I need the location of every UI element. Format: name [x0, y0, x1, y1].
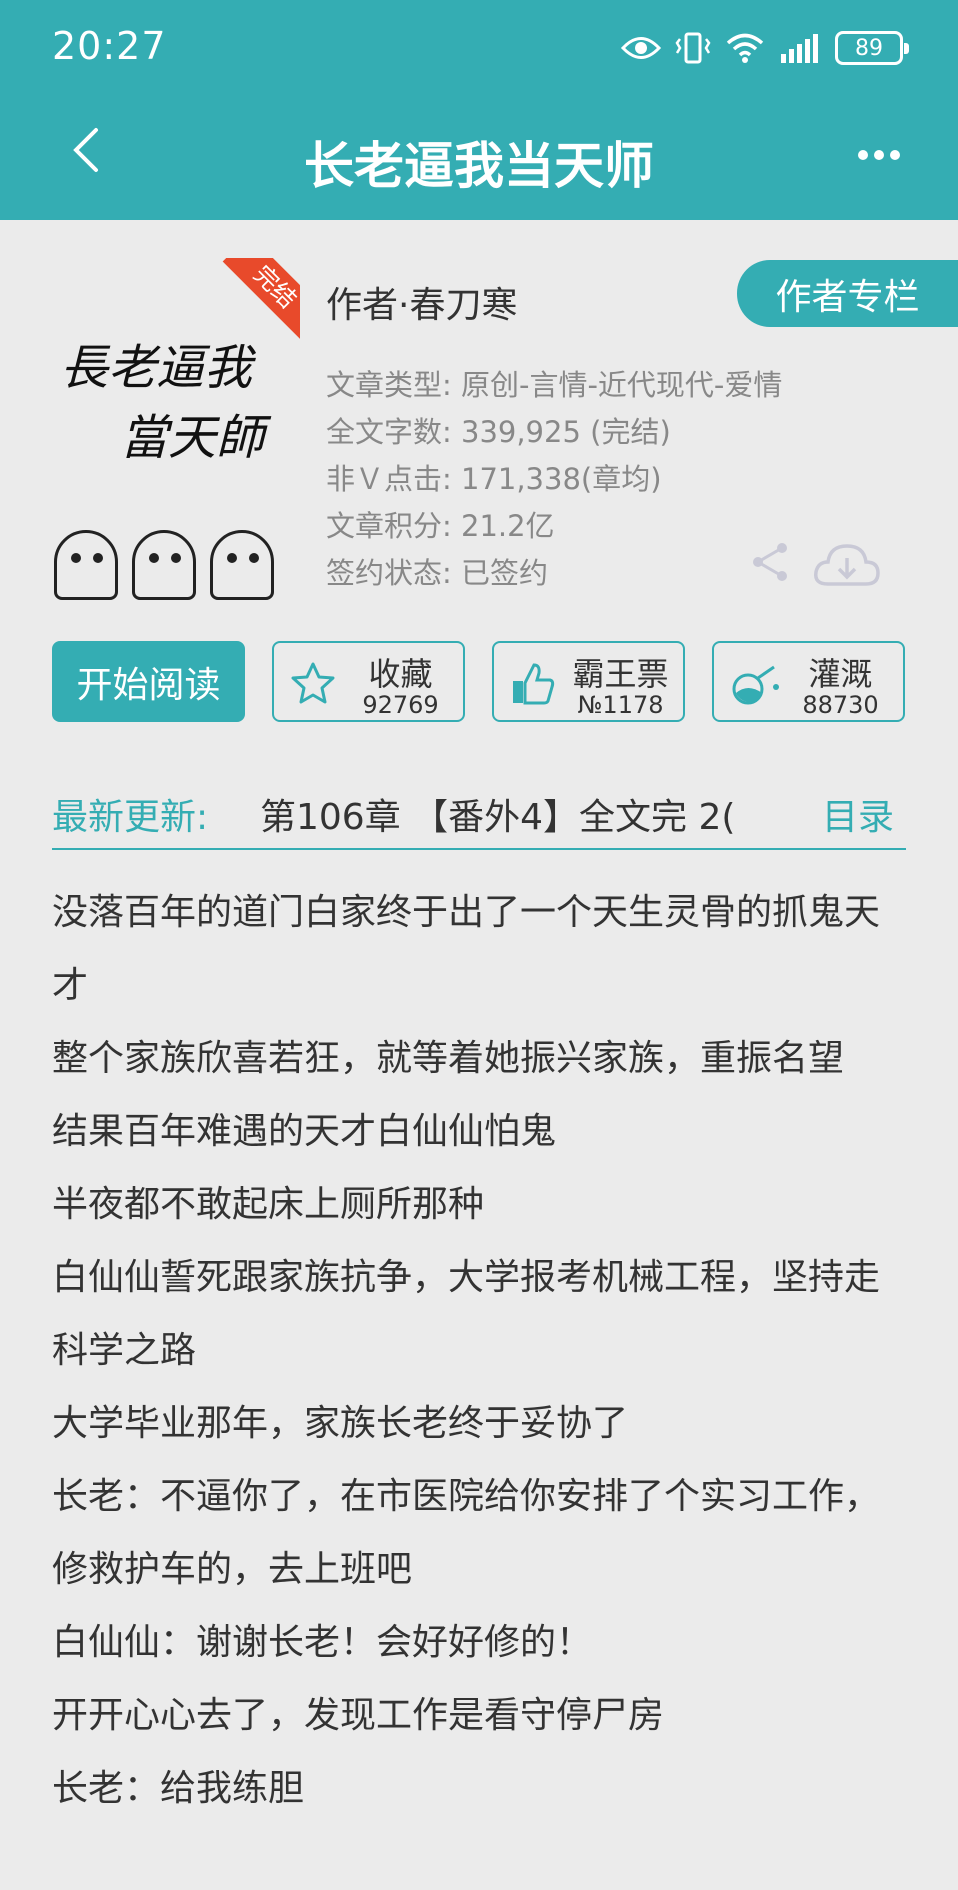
status-icons: 89	[621, 28, 909, 68]
intro-line: 整个家族欣喜若狂，就等着她振兴家族，重振名望	[52, 1038, 845, 1079]
intro-line: 结果百年难遇的天才白仙仙怕鬼	[52, 1111, 557, 1152]
cover-ghosts	[54, 530, 274, 600]
flask-icon	[732, 665, 779, 705]
dot-icon	[890, 150, 900, 160]
book-cover[interactable]: 完结 長老逼我 當天師	[50, 258, 300, 608]
irrigate-button[interactable]: 灌溉 88730	[712, 641, 905, 722]
latest-update-bar[interactable]: 最新更新: 第106章 【番外4】全文完 2( 目录	[52, 780, 906, 850]
author-column-button[interactable]: 作者专栏	[737, 260, 958, 327]
intro-line: 没落百年的道门白家终于出了一个天生灵骨的抓鬼天才	[52, 892, 881, 1006]
battery-indicator: 89	[835, 31, 909, 65]
thumbs-up-icon	[513, 663, 555, 705]
star-icon	[291, 662, 335, 704]
start-reading-button[interactable]: 开始阅读	[52, 641, 245, 722]
collect-label: 收藏	[368, 655, 433, 693]
author-name[interactable]: 作者·春刀寒	[326, 276, 517, 328]
vote-label: 霸王票	[572, 655, 669, 693]
vote-button[interactable]: 霸王票 №1178	[492, 641, 685, 722]
book-meta: 文章类型: 原创-言情-近代现代-爱情 全文字数: 339,925 (完结) 非…	[326, 362, 782, 597]
more-options-button[interactable]	[858, 145, 908, 165]
intro-line: 长老：给我练胆	[52, 1768, 305, 1809]
wifi-icon	[726, 33, 764, 63]
cover-title-line1: 長老逼我	[60, 340, 253, 396]
collect-button[interactable]: 收藏 92769	[272, 641, 465, 722]
eye-icon	[621, 37, 661, 59]
vote-count: №1178	[577, 691, 664, 719]
intro-line: 白仙仙：谢谢长老！会好好修的！	[52, 1622, 593, 1663]
status-time: 20:27	[52, 24, 167, 68]
collect-count: 92769	[362, 691, 439, 719]
intro-line: 白仙仙誓死跟家族抗争，大学报考机械工程，坚持走科学之路	[52, 1257, 881, 1371]
cover-title-line2: 當天師	[120, 410, 265, 466]
intro-line: 大学毕业那年，家族长老终于妥协了	[52, 1403, 629, 1444]
meta-score: 文章积分: 21.2亿	[326, 509, 555, 543]
intro-line: 半夜都不敢起床上厕所那种	[52, 1184, 485, 1225]
book-intro: 没落百年的道门白家终于出了一个天生灵骨的抓鬼天才 整个家族欣喜若狂，就等着她振兴…	[52, 876, 912, 1825]
meta-sign-status: 签约状态: 已签约	[326, 556, 548, 590]
meta-word-count: 全文字数: 339,925 (完结)	[326, 415, 671, 449]
share-icon[interactable]	[748, 540, 792, 584]
meta-clicks: 非Ｖ点击: 171,338(章均)	[326, 462, 662, 496]
meta-type: 文章类型: 原创-言情-近代现代-爱情	[326, 368, 783, 402]
vibrate-icon	[675, 32, 711, 64]
latest-update-label: 最新更新:	[52, 797, 209, 838]
latest-chapter-marquee[interactable]: 第106章 【番外4】全文完 2(	[260, 788, 830, 840]
table-of-contents-link[interactable]: 目录	[822, 788, 894, 840]
top-bar: 20:27 89 长老逼我当天师	[0, 0, 958, 220]
intro-line: 开开心心去了，发现工作是看守停尸房	[52, 1695, 665, 1736]
download-cloud-icon[interactable]	[812, 540, 882, 590]
dot-icon	[874, 150, 884, 160]
ghost-icon	[210, 530, 274, 600]
irrigate-count: 88730	[802, 691, 879, 719]
dot-icon	[858, 150, 868, 160]
completed-ribbon: 完结	[222, 258, 300, 340]
intro-line: 长老：不逼你了，在市医院给你安排了个实习工作，修救护车的，去上班吧	[52, 1476, 881, 1590]
irrigate-label: 灌溉	[808, 655, 873, 693]
ghost-icon	[132, 530, 196, 600]
ghost-icon	[54, 530, 118, 600]
cover-title: 長老逼我 當天師	[60, 333, 264, 473]
page-title: 长老逼我当天师	[304, 137, 654, 195]
signal-icon	[781, 34, 818, 63]
